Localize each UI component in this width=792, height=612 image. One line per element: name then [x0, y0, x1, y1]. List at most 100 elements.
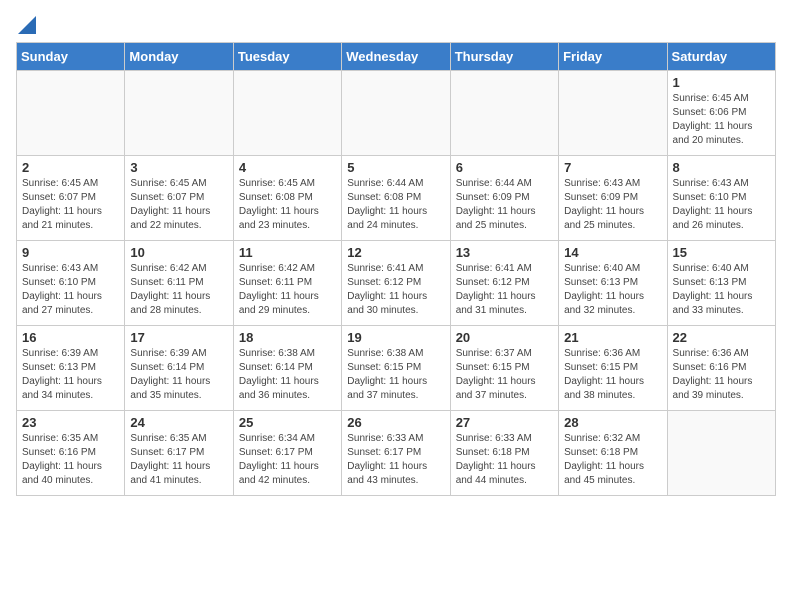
day-info: Sunrise: 6:33 AM Sunset: 6:18 PM Dayligh… — [456, 432, 553, 488]
column-header-saturday: Saturday — [667, 43, 775, 71]
day-info: Sunrise: 6:45 AM Sunset: 6:06 PM Dayligh… — [673, 92, 770, 148]
day-number: 5 — [347, 160, 444, 175]
calendar-body: 1 Sunrise: 6:45 AM Sunset: 6:06 PM Daylig… — [17, 71, 776, 496]
day-number: 26 — [347, 415, 444, 430]
day-number: 2 — [22, 160, 119, 175]
day-number: 4 — [239, 160, 336, 175]
day-number: 1 — [673, 75, 770, 90]
day-info: Sunrise: 6:40 AM Sunset: 6:13 PM Dayligh… — [564, 262, 661, 318]
column-header-monday: Monday — [125, 43, 233, 71]
day-info: Sunrise: 6:45 AM Sunset: 6:07 PM Dayligh… — [22, 177, 119, 233]
day-info: Sunrise: 6:43 AM Sunset: 6:10 PM Dayligh… — [22, 262, 119, 318]
day-number: 27 — [456, 415, 553, 430]
calendar-cell: 4 Sunrise: 6:45 AM Sunset: 6:08 PM Daylig… — [233, 156, 341, 241]
calendar-cell: 6 Sunrise: 6:44 AM Sunset: 6:09 PM Daylig… — [450, 156, 558, 241]
calendar-week-row: 1 Sunrise: 6:45 AM Sunset: 6:06 PM Daylig… — [17, 71, 776, 156]
day-number: 3 — [130, 160, 227, 175]
day-number: 9 — [22, 245, 119, 260]
day-info: Sunrise: 6:36 AM Sunset: 6:15 PM Dayligh… — [564, 347, 661, 403]
calendar-cell: 17 Sunrise: 6:39 AM Sunset: 6:14 PM Dayli… — [125, 326, 233, 411]
calendar-cell: 16 Sunrise: 6:39 AM Sunset: 6:13 PM Dayli… — [17, 326, 125, 411]
day-number: 13 — [456, 245, 553, 260]
day-info: Sunrise: 6:36 AM Sunset: 6:16 PM Dayligh… — [673, 347, 770, 403]
column-header-wednesday: Wednesday — [342, 43, 450, 71]
day-number: 25 — [239, 415, 336, 430]
calendar-cell: 28Sunrise: 6:32 AM Sunset: 6:18 PM Dayli… — [559, 411, 667, 496]
calendar-cell: 15 Sunrise: 6:40 AM Sunset: 6:13 PM Dayli… — [667, 241, 775, 326]
day-number: 23 — [22, 415, 119, 430]
calendar-cell: 1 Sunrise: 6:45 AM Sunset: 6:06 PM Daylig… — [667, 71, 775, 156]
day-info: Sunrise: 6:44 AM Sunset: 6:08 PM Dayligh… — [347, 177, 444, 233]
day-info: Sunrise: 6:45 AM Sunset: 6:08 PM Dayligh… — [239, 177, 336, 233]
calendar-cell: 11 Sunrise: 6:42 AM Sunset: 6:11 PM Dayli… — [233, 241, 341, 326]
day-info: Sunrise: 6:44 AM Sunset: 6:09 PM Dayligh… — [456, 177, 553, 233]
day-number: 6 — [456, 160, 553, 175]
logo-triangle-icon — [18, 16, 36, 34]
calendar-cell: 26 Sunrise: 6:33 AM Sunset: 6:17 PM Dayli… — [342, 411, 450, 496]
day-info: Sunrise: 6:41 AM Sunset: 6:12 PM Dayligh… — [347, 262, 444, 318]
calendar-table: SundayMondayTuesdayWednesdayThursdayFrid… — [16, 42, 776, 496]
day-info: Sunrise: 6:38 AM Sunset: 6:15 PM Dayligh… — [347, 347, 444, 403]
day-info: Sunrise: 6:42 AM Sunset: 6:11 PM Dayligh… — [130, 262, 227, 318]
calendar-cell: 20 Sunrise: 6:37 AM Sunset: 6:15 PM Dayli… — [450, 326, 558, 411]
day-number: 7 — [564, 160, 661, 175]
calendar-cell: 2 Sunrise: 6:45 AM Sunset: 6:07 PM Daylig… — [17, 156, 125, 241]
day-info: Sunrise: 6:35 AM Sunset: 6:17 PM Dayligh… — [130, 432, 227, 488]
calendar-cell: 21 Sunrise: 6:36 AM Sunset: 6:15 PM Dayli… — [559, 326, 667, 411]
day-number: 12 — [347, 245, 444, 260]
calendar-cell: 10 Sunrise: 6:42 AM Sunset: 6:11 PM Dayli… — [125, 241, 233, 326]
calendar-cell — [233, 71, 341, 156]
calendar-cell: 22 Sunrise: 6:36 AM Sunset: 6:16 PM Dayli… — [667, 326, 775, 411]
day-info: Sunrise: 6:43 AM Sunset: 6:10 PM Dayligh… — [673, 177, 770, 233]
column-header-sunday: Sunday — [17, 43, 125, 71]
day-number: 21 — [564, 330, 661, 345]
day-info: Sunrise: 6:42 AM Sunset: 6:11 PM Dayligh… — [239, 262, 336, 318]
calendar-cell — [450, 71, 558, 156]
calendar-week-row: 23Sunrise: 6:35 AM Sunset: 6:16 PM Dayli… — [17, 411, 776, 496]
logo — [16, 16, 36, 34]
calendar-cell — [342, 71, 450, 156]
day-info: Sunrise: 6:37 AM Sunset: 6:15 PM Dayligh… — [456, 347, 553, 403]
day-number: 20 — [456, 330, 553, 345]
day-info: Sunrise: 6:39 AM Sunset: 6:14 PM Dayligh… — [130, 347, 227, 403]
day-info: Sunrise: 6:40 AM Sunset: 6:13 PM Dayligh… — [673, 262, 770, 318]
day-number: 19 — [347, 330, 444, 345]
day-number: 11 — [239, 245, 336, 260]
column-header-tuesday: Tuesday — [233, 43, 341, 71]
day-number: 15 — [673, 245, 770, 260]
calendar-cell: 19 Sunrise: 6:38 AM Sunset: 6:15 PM Dayli… — [342, 326, 450, 411]
calendar-cell: 7 Sunrise: 6:43 AM Sunset: 6:09 PM Daylig… — [559, 156, 667, 241]
calendar-cell — [667, 411, 775, 496]
day-number: 24 — [130, 415, 227, 430]
calendar-cell: 3 Sunrise: 6:45 AM Sunset: 6:07 PM Daylig… — [125, 156, 233, 241]
column-header-friday: Friday — [559, 43, 667, 71]
day-number: 22 — [673, 330, 770, 345]
day-info: Sunrise: 6:34 AM Sunset: 6:17 PM Dayligh… — [239, 432, 336, 488]
calendar-cell: 14 Sunrise: 6:40 AM Sunset: 6:13 PM Dayli… — [559, 241, 667, 326]
day-number: 18 — [239, 330, 336, 345]
calendar-cell: 25 Sunrise: 6:34 AM Sunset: 6:17 PM Dayli… — [233, 411, 341, 496]
day-number: 10 — [130, 245, 227, 260]
calendar-cell — [17, 71, 125, 156]
calendar-cell — [559, 71, 667, 156]
calendar-cell: 18Sunrise: 6:38 AM Sunset: 6:14 PM Dayli… — [233, 326, 341, 411]
calendar-cell: 12 Sunrise: 6:41 AM Sunset: 6:12 PM Dayli… — [342, 241, 450, 326]
day-info: Sunrise: 6:43 AM Sunset: 6:09 PM Dayligh… — [564, 177, 661, 233]
calendar-week-row: 9 Sunrise: 6:43 AM Sunset: 6:10 PM Daylig… — [17, 241, 776, 326]
day-info: Sunrise: 6:39 AM Sunset: 6:13 PM Dayligh… — [22, 347, 119, 403]
day-info: Sunrise: 6:33 AM Sunset: 6:17 PM Dayligh… — [347, 432, 444, 488]
calendar-cell — [125, 71, 233, 156]
calendar-cell: 24 Sunrise: 6:35 AM Sunset: 6:17 PM Dayli… — [125, 411, 233, 496]
header — [16, 16, 776, 34]
day-info: Sunrise: 6:45 AM Sunset: 6:07 PM Dayligh… — [130, 177, 227, 233]
calendar-cell: 23Sunrise: 6:35 AM Sunset: 6:16 PM Dayli… — [17, 411, 125, 496]
calendar-header-row: SundayMondayTuesdayWednesdayThursdayFrid… — [17, 43, 776, 71]
column-header-thursday: Thursday — [450, 43, 558, 71]
day-number: 14 — [564, 245, 661, 260]
calendar-week-row: 16 Sunrise: 6:39 AM Sunset: 6:13 PM Dayli… — [17, 326, 776, 411]
calendar-cell: 13Sunrise: 6:41 AM Sunset: 6:12 PM Dayli… — [450, 241, 558, 326]
calendar-cell: 8Sunrise: 6:43 AM Sunset: 6:10 PM Daylig… — [667, 156, 775, 241]
day-number: 16 — [22, 330, 119, 345]
calendar-cell: 27 Sunrise: 6:33 AM Sunset: 6:18 PM Dayli… — [450, 411, 558, 496]
day-number: 17 — [130, 330, 227, 345]
